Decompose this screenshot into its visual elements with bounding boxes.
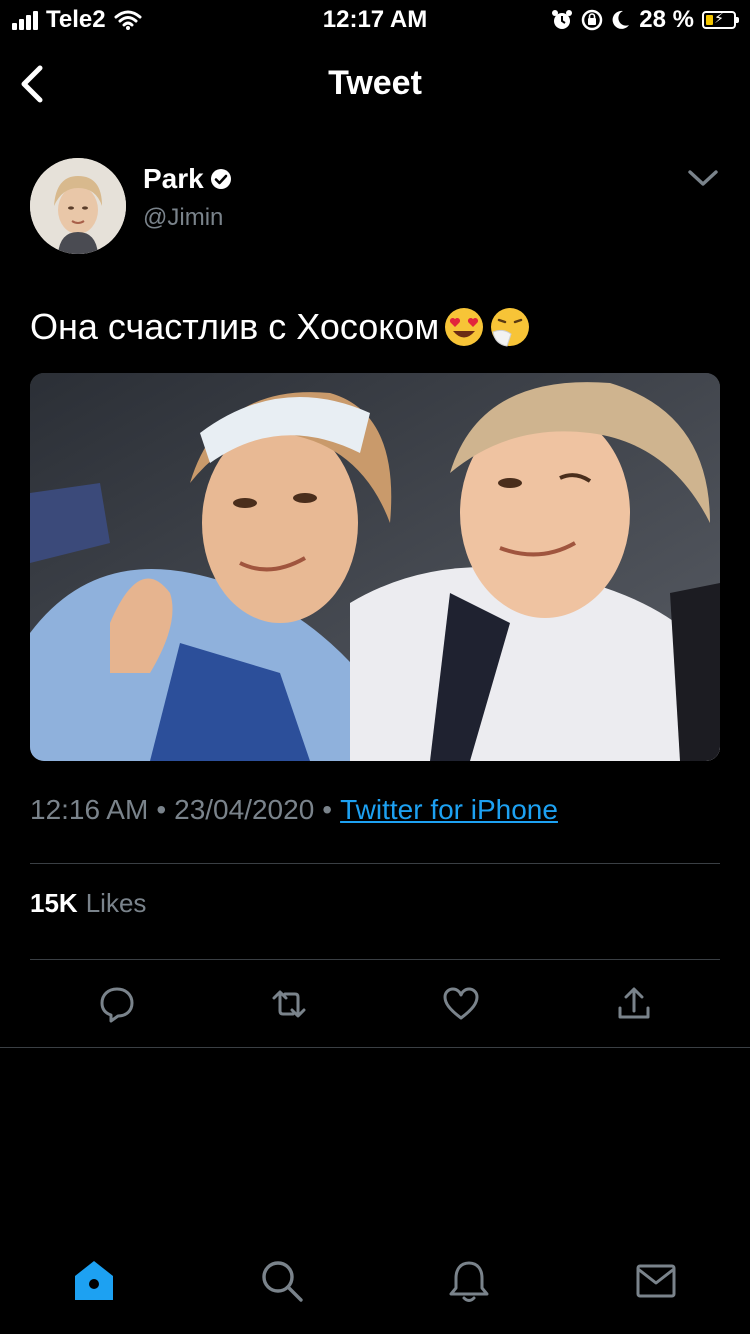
share-icon[interactable] <box>614 984 654 1024</box>
navigation-bar: Tweet <box>0 50 750 120</box>
tweet-photo[interactable] <box>30 373 720 761</box>
status-right: 28 % ⚡ <box>551 6 739 34</box>
chevron-down-icon[interactable] <box>686 166 720 190</box>
heart-eyes-emoji-icon <box>445 308 484 346</box>
tweet-author: Park @Jimin <box>30 158 720 258</box>
separator-dot: • <box>322 794 333 825</box>
rotation-lock-icon <box>582 9 603 31</box>
author-handle[interactable]: @Jimin <box>143 204 223 232</box>
author-name-text: Park <box>143 163 204 194</box>
author-name[interactable]: Park <box>143 163 232 195</box>
likes-count: 15K <box>30 888 78 918</box>
charging-bolt-icon: ⚡ <box>714 10 724 26</box>
tab-bar <box>0 1258 750 1318</box>
tweet-source-link[interactable]: Twitter for iPhone <box>340 794 558 826</box>
sneezing-face-emoji-icon <box>491 308 530 347</box>
tweet-date: 23/04/2020 <box>174 794 315 825</box>
home-icon[interactable] <box>71 1258 117 1304</box>
page-title: Tweet <box>328 64 422 102</box>
divider <box>0 1047 750 1048</box>
notifications-icon[interactable] <box>446 1258 492 1304</box>
tweet-time: 12:16 AM <box>30 794 149 825</box>
like-icon[interactable] <box>441 984 481 1024</box>
separator-dot: • <box>156 794 167 825</box>
alarm-icon <box>552 10 573 29</box>
verified-badge-icon <box>210 169 231 189</box>
tweet-meta: 12:16 AM • 23/04/2020 • Twitter for iPho… <box>30 794 558 826</box>
likes-label: Likes <box>85 888 147 918</box>
reply-icon[interactable] <box>97 984 137 1024</box>
search-icon[interactable] <box>259 1258 305 1304</box>
tweet-text: Она счастлив с Хосоком <box>30 306 531 348</box>
status-bar: Tele2 12:17 AM 28 % ⚡ <box>0 0 750 40</box>
divider <box>30 863 720 864</box>
avatar[interactable] <box>30 158 126 254</box>
messages-icon[interactable] <box>633 1258 679 1304</box>
retweet-icon[interactable] <box>269 984 309 1024</box>
do-not-disturb-icon <box>612 10 630 29</box>
battery-percent: 28 % <box>639 6 694 33</box>
tweet-text-content: Она счастлив с Хосоком <box>30 306 440 347</box>
divider <box>30 959 720 960</box>
tweet-actions <box>0 984 750 1024</box>
battery-icon: ⚡ <box>702 10 739 29</box>
likes-row[interactable]: 15K Likes <box>30 888 146 919</box>
